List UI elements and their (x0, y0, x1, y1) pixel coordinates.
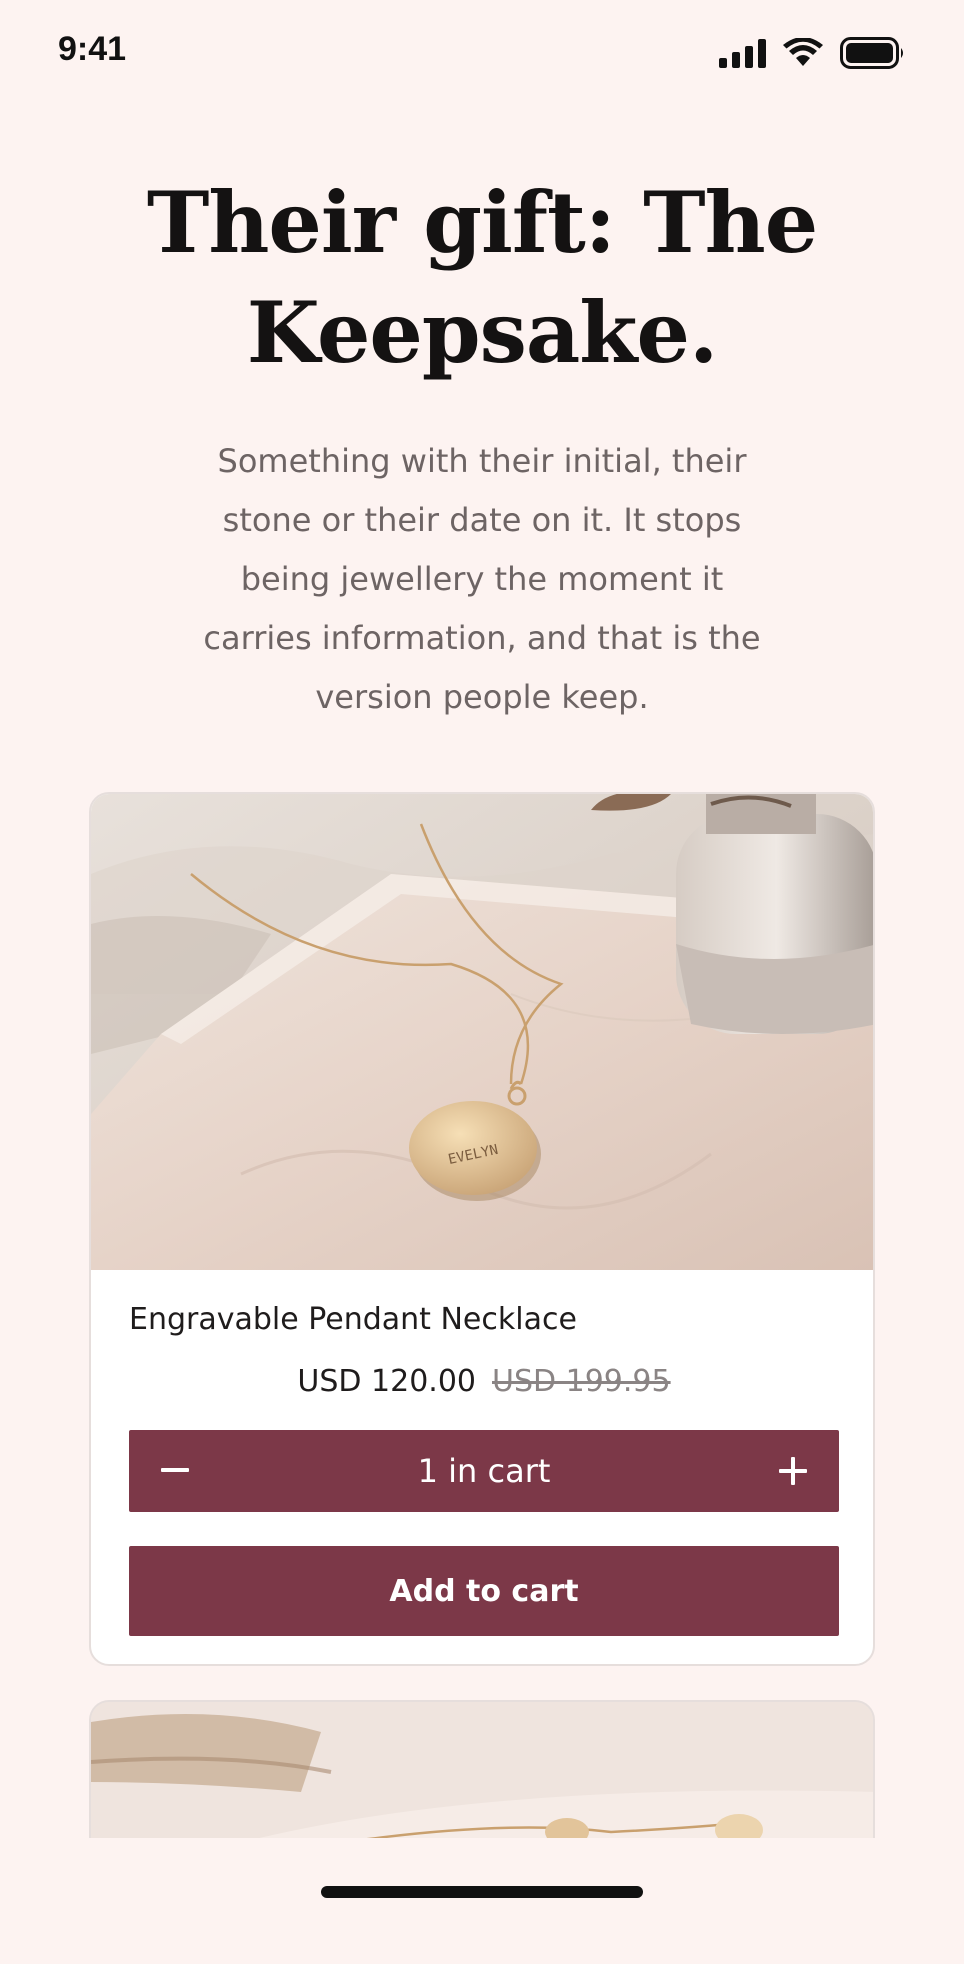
screen: 9:41 Their gift: The Keepsake. Something… (0, 0, 964, 1964)
status-bar: 9:41 (0, 0, 964, 110)
home-indicator[interactable] (321, 1886, 643, 1898)
product-compare-price: USD 199.95 (492, 1364, 671, 1399)
cart-quantity-stepper: 1 in cart (129, 1430, 839, 1512)
battery-icon (840, 37, 906, 69)
cart-quantity-label: 1 in cart (417, 1452, 551, 1490)
minus-icon (161, 1468, 189, 1472)
plus-icon (779, 1457, 807, 1485)
product-card-next (89, 1700, 875, 1838)
product-card: EVELYN Engravable Pendant Necklace USD 1… (89, 792, 875, 1666)
product-image[interactable]: EVELYN (91, 794, 875, 1270)
status-icons (719, 36, 906, 70)
product-image-next[interactable] (91, 1702, 875, 1838)
status-time: 9:41 (58, 30, 127, 68)
add-to-cart-button[interactable]: Add to cart (129, 1546, 839, 1636)
price-row: USD 120.00 USD 199.95 (91, 1364, 873, 1399)
product-name[interactable]: Engravable Pendant Necklace (129, 1302, 577, 1337)
wifi-icon (782, 38, 824, 68)
page-title: Their gift: The Keepsake. (146, 173, 818, 382)
page-subtitle: Something with their initial, their ston… (203, 442, 761, 716)
increment-button[interactable] (771, 1449, 815, 1493)
cellular-signal-icon (719, 38, 766, 68)
product-price: USD 120.00 (297, 1364, 476, 1399)
decrement-button[interactable] (153, 1449, 197, 1493)
